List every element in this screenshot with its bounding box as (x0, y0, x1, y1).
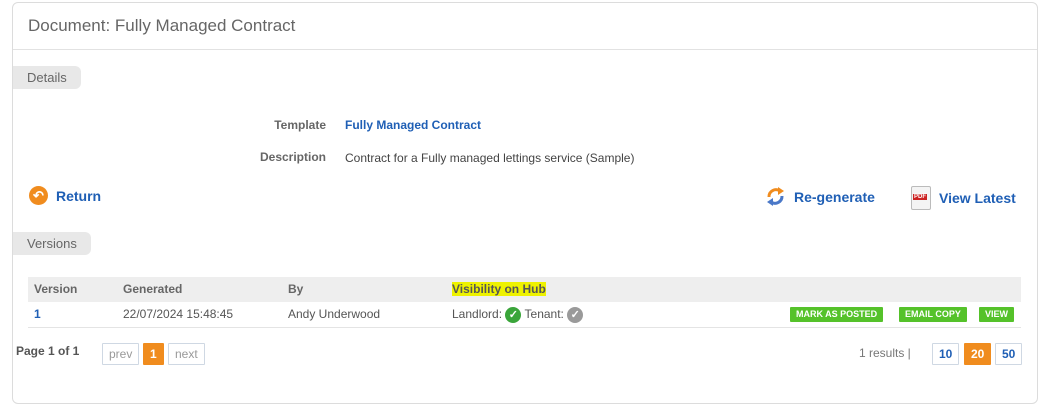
by-cell: Andy Underwood (288, 307, 381, 321)
page-size-50-button[interactable]: 50 (995, 343, 1023, 365)
view-latest-label: View Latest (939, 190, 1016, 206)
column-header-by: By (288, 282, 304, 296)
next-page-button[interactable]: next (168, 343, 205, 365)
view-button[interactable]: VIEW (979, 307, 1015, 322)
visibility-cell: Landlord: ✓ Tenant: ✓ (452, 302, 584, 327)
landlord-label: Landlord: (452, 307, 503, 321)
document-panel: Document: Fully Managed Contract (12, 2, 1038, 404)
tenant-label: Tenant: (524, 307, 564, 321)
page-indicator: Page 1 of 1 (16, 344, 80, 358)
return-button[interactable]: ↶ Return (29, 186, 101, 205)
landlord-visible-check-icon[interactable]: ✓ (505, 306, 522, 323)
generated-cell: 22/07/2024 15:48:45 (123, 307, 234, 321)
page-size-10-button[interactable]: 10 (932, 343, 960, 365)
mark-as-posted-button[interactable]: MARK AS POSTED (790, 307, 884, 322)
page-title: Document: Fully Managed Contract (28, 16, 296, 35)
panel-header: Document: Fully Managed Contract (13, 3, 1037, 50)
current-page-button[interactable]: 1 (143, 343, 164, 365)
column-header-visibility: Visibility on Hub (452, 282, 546, 296)
tenant-hidden-check-icon[interactable]: ✓ (567, 306, 584, 323)
pdf-icon: PDF (911, 186, 931, 210)
description-value: Contract for a Fully managed lettings se… (345, 151, 635, 165)
column-header-version: Version (34, 282, 78, 296)
email-copy-button[interactable]: EMAIL COPY (899, 307, 967, 322)
versions-table: Version Generated By Visibility on Hub 1… (28, 277, 1021, 328)
page-size-20-button[interactable]: 20 (964, 343, 992, 365)
return-arrow-icon: ↶ (29, 186, 48, 205)
template-label: Template (274, 118, 326, 132)
template-link[interactable]: Fully Managed Contract (345, 118, 481, 132)
table-row: 1 22/07/2024 15:48:45 Andy Underwood Lan… (28, 302, 1021, 328)
regenerate-button[interactable]: Re-generate (765, 186, 875, 207)
prev-page-button[interactable]: prev (102, 343, 140, 365)
description-label: Description (259, 150, 326, 164)
details-section-tab: Details (13, 66, 81, 89)
column-header-generated: Generated (123, 282, 183, 296)
regenerate-label: Re-generate (794, 188, 875, 205)
return-label: Return (56, 187, 102, 204)
versions-section-tab: Versions (13, 232, 91, 255)
regenerate-icon (765, 186, 786, 207)
results-count: 1 results | (859, 346, 911, 360)
view-latest-button[interactable]: PDF View Latest (911, 186, 1016, 210)
version-link[interactable]: 1 (34, 302, 41, 327)
table-header-row: Version Generated By Visibility on Hub (28, 277, 1021, 302)
